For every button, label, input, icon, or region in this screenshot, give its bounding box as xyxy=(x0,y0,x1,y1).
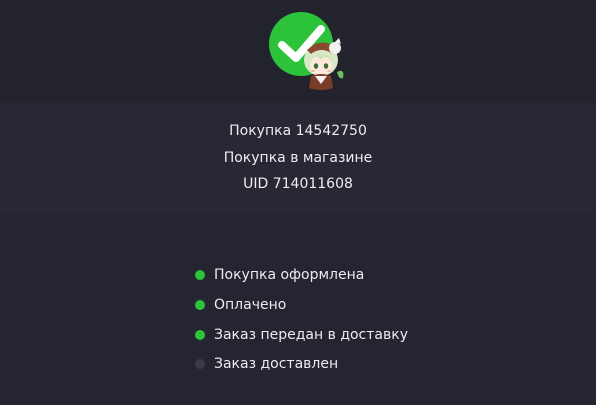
purchase-id: Покупка 14542750 xyxy=(229,123,367,139)
status-label: Покупка оформлена xyxy=(214,267,365,283)
purchase-source: Покупка в магазине xyxy=(223,150,373,166)
status-label: Заказ доставлен xyxy=(214,356,339,372)
success-badge xyxy=(269,12,349,92)
status-item-created: Покупка оформлена xyxy=(195,265,364,285)
status-label: Заказ передан в доставку xyxy=(214,327,408,343)
status-item-shipped: Заказ передан в доставку xyxy=(195,325,408,345)
status-item-paid: Оплачено xyxy=(195,295,286,315)
status-item-delivered: Заказ доставлен xyxy=(195,354,338,374)
mascot-sticker-icon xyxy=(299,36,347,92)
status-dot-icon xyxy=(195,359,205,369)
status-dot-icon xyxy=(195,300,205,310)
order-status-band xyxy=(0,213,596,405)
status-label: Оплачено xyxy=(214,297,287,313)
user-uid: UID 714011608 xyxy=(243,176,353,192)
status-dot-icon xyxy=(195,270,205,280)
status-dot-icon xyxy=(195,330,205,340)
